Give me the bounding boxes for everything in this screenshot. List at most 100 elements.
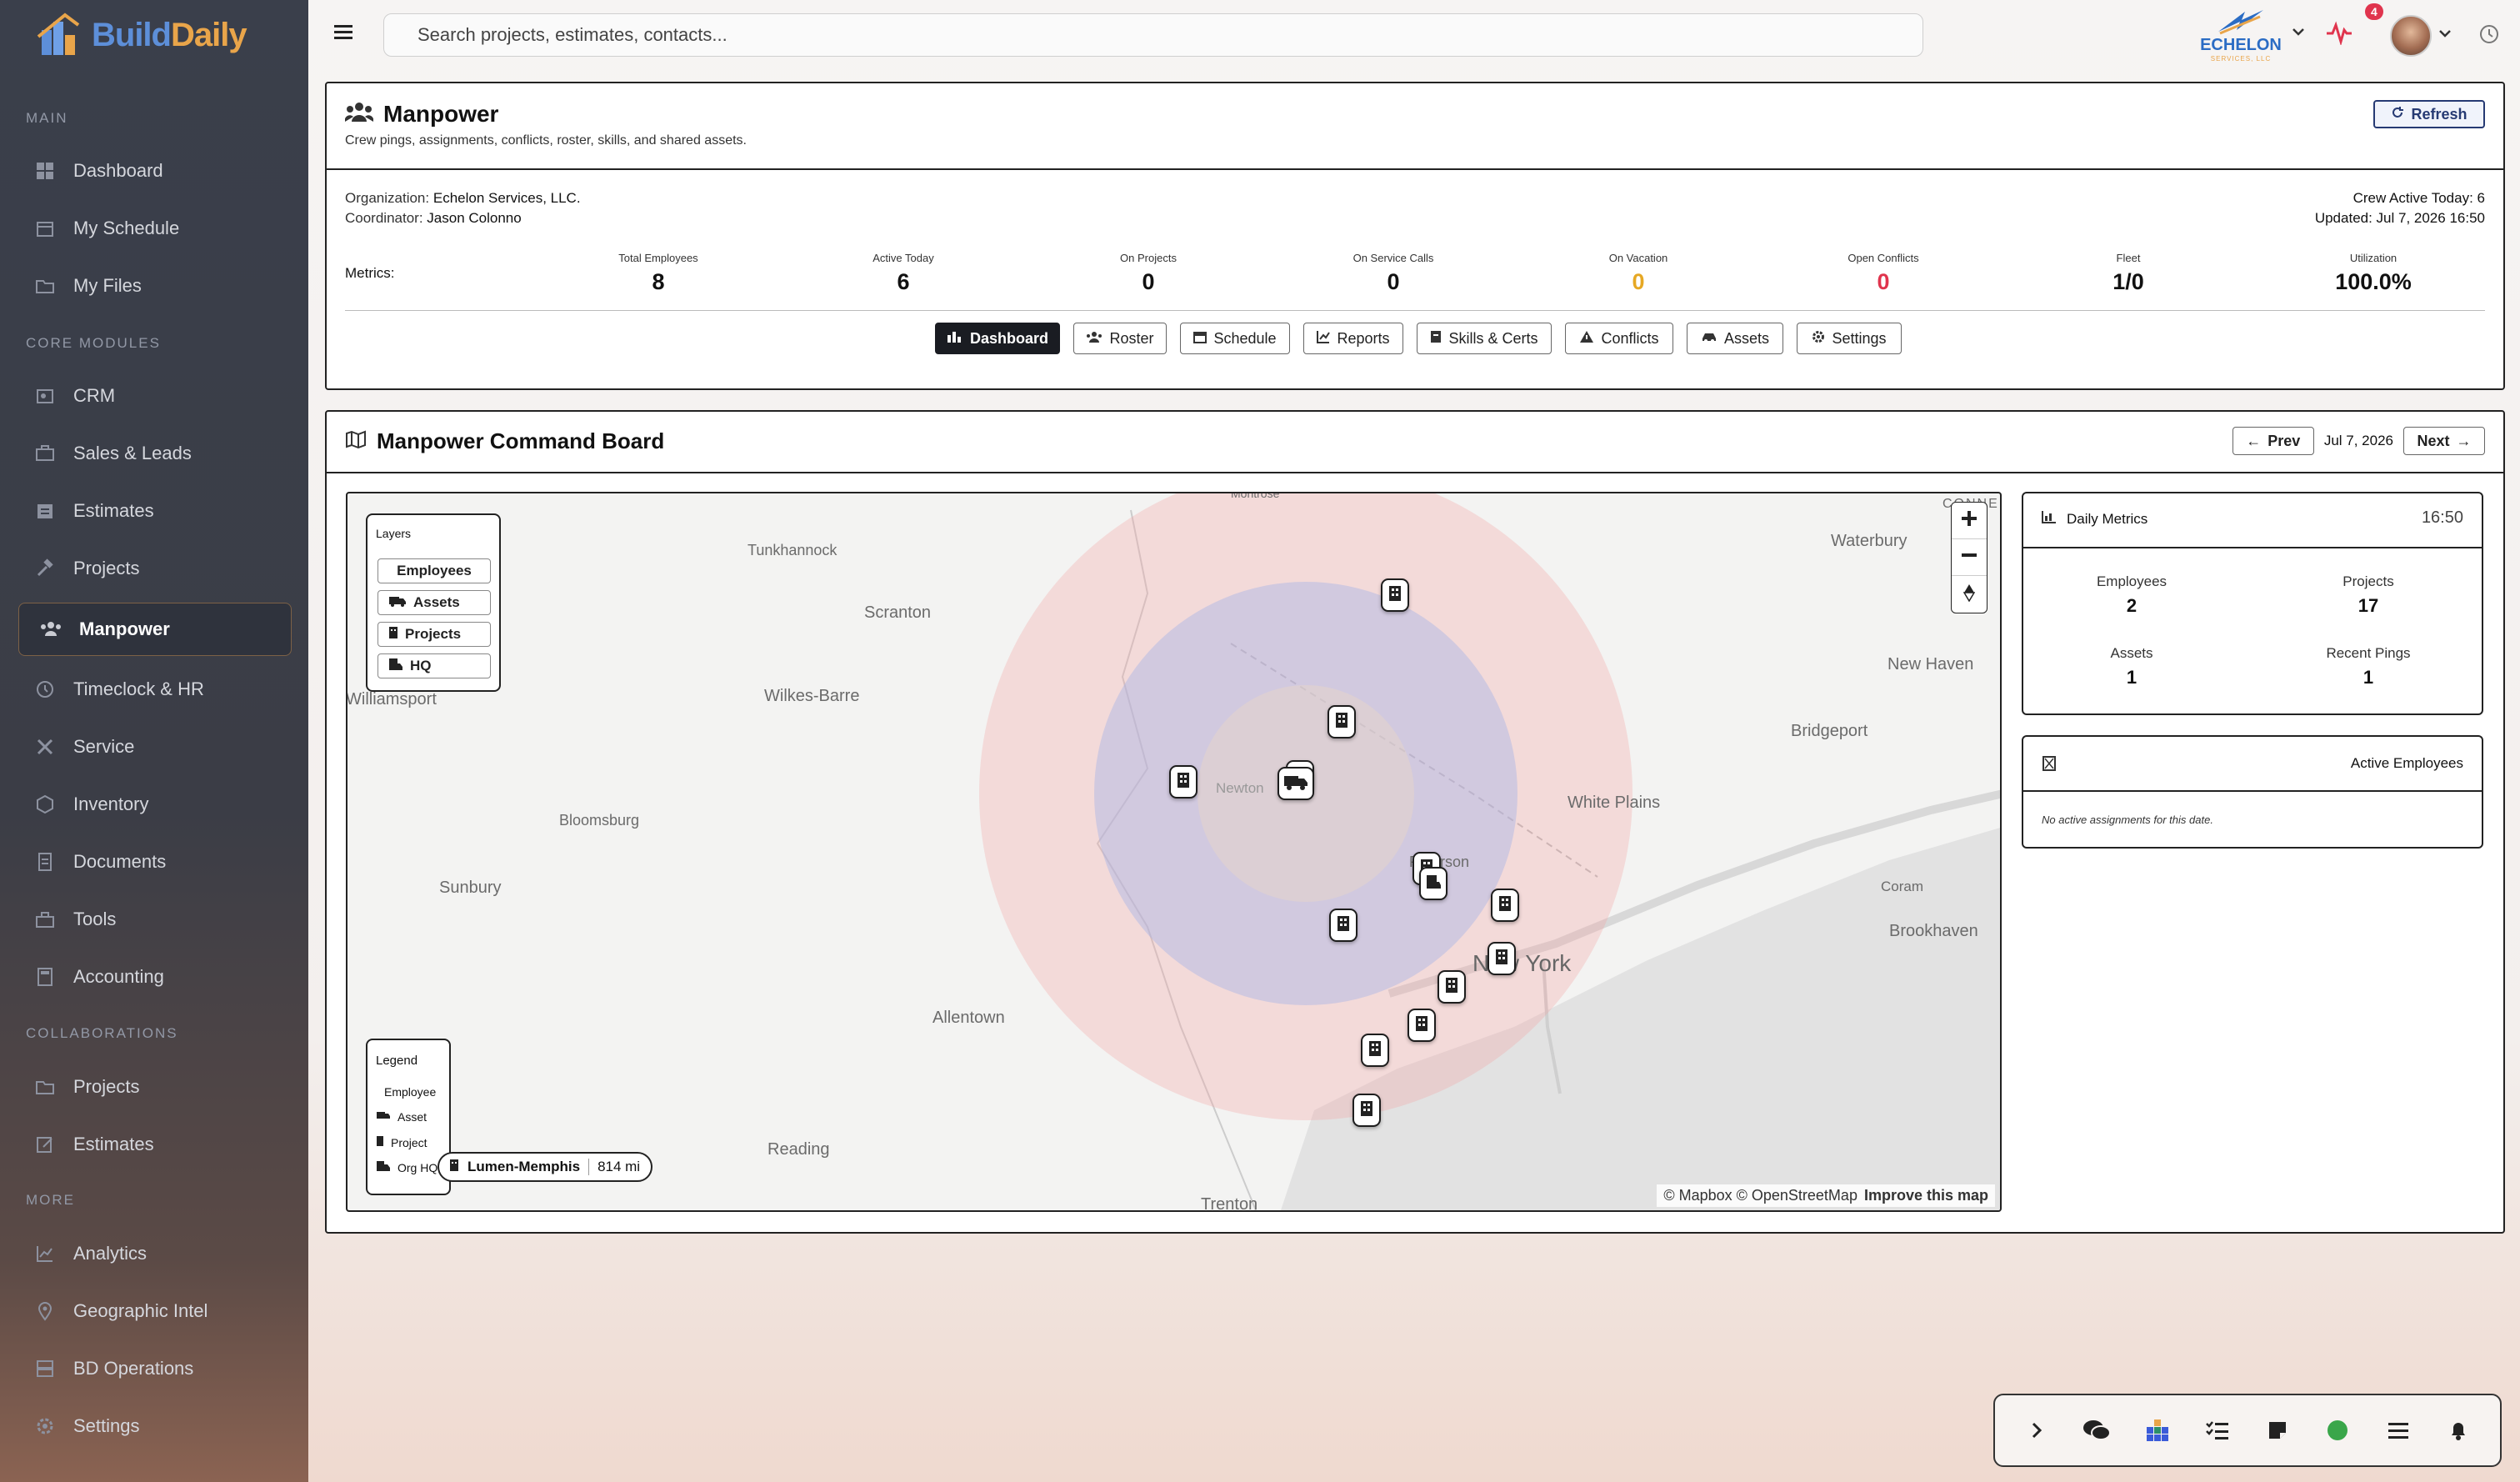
- project-marker[interactable]: [1328, 705, 1356, 738]
- daily-metric-recent-pings: Recent Pings 1: [2326, 645, 2411, 688]
- org-dropdown-chevron-icon[interactable]: [2292, 27, 2305, 42]
- project-marker[interactable]: [1352, 1094, 1381, 1127]
- sidebar-item-tools[interactable]: Tools: [18, 893, 292, 946]
- activity-pulse-icon[interactable]: [2325, 20, 2353, 49]
- crew-active-today: Crew Active Today: 6: [2352, 190, 2485, 206]
- org-logo[interactable]: ECHELON SERVICES, LLC: [2195, 7, 2287, 63]
- reset-north-button[interactable]: [1952, 576, 1987, 613]
- sidebar-item-bd-operations[interactable]: BD Operations: [18, 1342, 292, 1395]
- page-title: Manpower: [383, 100, 499, 127]
- sidebar-item-collab-estimates[interactable]: Estimates: [18, 1118, 292, 1171]
- sidebar-item-accounting[interactable]: Accounting: [18, 950, 292, 1004]
- improve-map-link[interactable]: Improve this map: [1864, 1187, 1988, 1204]
- sidebar: BuildDaily MAIN CORE MODULES COLLABORATI…: [0, 0, 308, 1482]
- collapse-chevron-icon[interactable]: [2018, 1412, 2055, 1449]
- prev-button[interactable]: ← Prev: [2232, 427, 2314, 455]
- project-marker[interactable]: [1361, 1034, 1389, 1067]
- building-icon: [1498, 895, 1512, 916]
- coordinator-line: Coordinator: Jason Colonno: [345, 210, 522, 226]
- daily-metrics-time: 16:50: [2421, 508, 2463, 527]
- layer-toggle-hq[interactable]: HQ: [378, 653, 491, 678]
- calculator-icon: [33, 965, 57, 989]
- project-marker[interactable]: [1408, 1009, 1436, 1042]
- chat-icon[interactable]: [2078, 1412, 2115, 1449]
- manpower-map[interactable]: Tunkhannock Scranton Wilkes-Barre Willia…: [346, 492, 2002, 1212]
- sidebar-item-analytics[interactable]: Analytics: [18, 1227, 292, 1280]
- sidebar-item-documents[interactable]: Documents: [18, 835, 292, 889]
- checklist-icon[interactable]: [2199, 1412, 2236, 1449]
- building-icon: [1360, 1100, 1373, 1121]
- layer-toggle-projects[interactable]: Projects: [378, 622, 491, 647]
- users-icon: [39, 618, 62, 641]
- sidebar-item-geographic-intel[interactable]: Geographic Intel: [18, 1284, 292, 1338]
- zoom-controls: [1951, 502, 1988, 613]
- sidebar-item-inventory[interactable]: Inventory: [18, 778, 292, 831]
- zoom-in-button[interactable]: [1952, 503, 1987, 539]
- sidebar-item-projects[interactable]: Projects: [18, 542, 292, 595]
- attribution-link[interactable]: © Mapbox © OpenStreetMap: [1663, 1187, 1858, 1204]
- sidebar-item-sales-leads[interactable]: Sales & Leads: [18, 427, 292, 480]
- menu-toggle-icon[interactable]: [333, 22, 353, 42]
- hq-distance-chip[interactable]: Lumen-Memphis 814 mi: [438, 1152, 652, 1182]
- plus-icon: [1962, 511, 1977, 530]
- sidebar-item-settings[interactable]: Settings: [18, 1399, 292, 1453]
- tab-roster[interactable]: Roster: [1073, 323, 1167, 354]
- tab-settings[interactable]: Settings: [1797, 323, 1902, 354]
- map-label-coram: Coram: [1881, 879, 1924, 894]
- tab-dashboard[interactable]: Dashboard: [935, 323, 1060, 354]
- building-icon: [1415, 1015, 1428, 1036]
- tab-conflicts[interactable]: Conflicts: [1565, 323, 1673, 354]
- project-marker[interactable]: [1169, 765, 1198, 799]
- sidebar-item-estimates[interactable]: Estimates: [18, 484, 292, 538]
- building-icon: [1177, 772, 1190, 793]
- project-marker[interactable]: [1381, 578, 1409, 612]
- tab-assets[interactable]: Assets: [1687, 323, 1783, 354]
- avatar-chevron-icon[interactable]: [2438, 28, 2452, 43]
- brand-logo[interactable]: BuildDaily: [37, 10, 248, 60]
- legend-asset: Asset: [376, 1110, 427, 1124]
- layer-toggle-assets[interactable]: Assets: [378, 590, 491, 615]
- history-clock-icon[interactable]: [2478, 23, 2500, 49]
- next-button[interactable]: Next →: [2403, 427, 2485, 455]
- zoom-out-button[interactable]: [1952, 539, 1987, 576]
- map-base-layer: [979, 493, 2000, 1210]
- calendar-icon: [33, 217, 57, 240]
- echelon-logo-icon: [2218, 10, 2263, 35]
- chart-icon: [1317, 330, 1331, 348]
- bell-icon[interactable]: [2440, 1412, 2477, 1449]
- apps-grid-icon[interactable]: [2139, 1412, 2176, 1449]
- sidebar-item-manpower[interactable]: Manpower: [18, 603, 292, 656]
- tab-reports[interactable]: Reports: [1303, 323, 1403, 354]
- refresh-button[interactable]: Refresh: [2373, 100, 2485, 128]
- project-marker[interactable]: [1488, 942, 1516, 975]
- search-placeholder: Search projects, estimates, contacts...: [418, 24, 728, 45]
- avatar[interactable]: [2390, 15, 2432, 57]
- sidebar-item-my-schedule[interactable]: My Schedule: [18, 202, 292, 255]
- layer-toggle-employees[interactable]: Employees: [378, 558, 491, 583]
- warning-icon: [1579, 330, 1594, 348]
- building-icon: [1335, 712, 1348, 733]
- menu-lines-icon[interactable]: [2380, 1412, 2417, 1449]
- sidebar-item-dashboard[interactable]: Dashboard: [18, 144, 292, 198]
- map-label-trenton: Trenton: [1201, 1195, 1258, 1212]
- sidebar-item-service[interactable]: Service: [18, 720, 292, 774]
- asset-marker[interactable]: [1278, 767, 1314, 800]
- sticky-note-icon[interactable]: [2259, 1412, 2296, 1449]
- project-marker[interactable]: [1491, 889, 1519, 922]
- status-online-icon[interactable]: [2319, 1412, 2356, 1449]
- search-input[interactable]: Search projects, estimates, contacts...: [383, 13, 1923, 57]
- users-icon: [1086, 330, 1102, 348]
- tab-schedule[interactable]: Schedule: [1180, 323, 1290, 354]
- daily-metrics-header: Daily Metrics: [2042, 510, 2148, 528]
- tab-skills-certs[interactable]: Skills & Certs: [1417, 323, 1552, 354]
- date-navigation: ← Prev Jul 7, 2026 Next →: [2232, 427, 2485, 455]
- sidebar-item-collab-projects[interactable]: Projects: [18, 1060, 292, 1114]
- hq-marker[interactable]: [1419, 867, 1448, 900]
- sidebar-item-crm[interactable]: CRM: [18, 369, 292, 423]
- updated-timestamp: Updated: Jul 7, 2026 16:50: [2314, 210, 2485, 226]
- brand-name: BuildDaily: [92, 16, 248, 53]
- sidebar-item-my-files[interactable]: My Files: [18, 259, 292, 313]
- project-marker[interactable]: [1438, 970, 1466, 1004]
- project-marker[interactable]: [1329, 909, 1358, 942]
- sidebar-item-timeclock-hr[interactable]: Timeclock & HR: [18, 663, 292, 716]
